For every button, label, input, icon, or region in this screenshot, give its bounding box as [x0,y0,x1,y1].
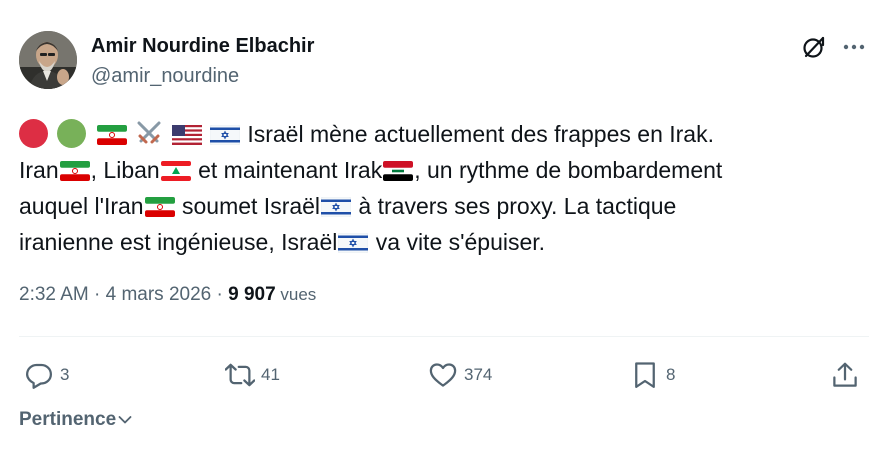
sort-dropdown[interactable]: Pertinence [19,409,132,431]
tweet-segment: va vite s'épuiser. [369,229,546,255]
tweet-segment: à travers ses proxy. La tactique [352,193,677,219]
heart-icon [429,363,457,387]
lebanon-flag-icon [160,161,191,181]
tweet-date[interactable]: 4 mars 2026 [106,284,212,305]
iran-flag-icon [144,197,175,217]
sort-label: Pertinence [19,409,117,430]
israel-flag-icon [338,233,369,253]
views-count[interactable]: 9 907 [228,284,276,305]
reply-count: 3 [60,365,70,384]
tweet-meta: 2:32 AM · 4 mars 2026 · 9 907 vues [19,284,316,306]
share-button[interactable] [830,360,860,390]
more-options-icon[interactable] [842,40,866,54]
repost-button[interactable]: 41 [225,360,280,390]
crossed-swords-icon [137,121,161,144]
views-label[interactable]: vues [276,285,316,304]
tweet-segment: et maintenant Irak [191,157,383,183]
divider [19,336,869,337]
meta-separator: · [211,284,229,305]
reply-button[interactable]: 3 [24,360,69,390]
tweet-line-3: auquel l'Iran soumet Israël à travers se… [19,188,874,224]
author-name[interactable]: Amir Nourdine Elbachir [91,35,314,58]
tweet-segment: soumet Israël [175,193,321,219]
repost-count: 41 [261,365,280,384]
meta-separator: · [88,284,106,305]
iran-flag-icon [96,125,127,145]
tweet-line-4: iranienne est ingénieuse, Israël va vite… [19,224,874,260]
repost-icon [225,363,255,387]
bookmark-icon [635,362,655,388]
grok-icon[interactable] [801,34,827,60]
reply-icon [26,363,52,389]
like-count: 374 [464,365,493,384]
share-icon [833,362,857,387]
tweet-segment: Iran [19,157,59,183]
israel-flag-icon [321,197,352,217]
tweet-line-1-text: Israël mène actuellement des frappes en … [247,121,714,147]
tweet-text: Israël mène actuellement des frappes en … [19,116,874,260]
bookmark-button[interactable]: 8 [630,360,675,390]
bookmark-count: 8 [666,365,676,384]
like-button[interactable]: 374 [428,360,492,390]
avatar[interactable] [19,31,77,89]
tweet-segment: , Liban [90,157,160,183]
red-circle-icon [19,119,48,148]
tweet-line-2: Iran , Liban et maintenant Irak , un ryt… [19,152,874,188]
tweet-segment: auquel l'Iran [19,193,144,219]
tweet-segment: , un rythme de bombardement [414,157,723,183]
tweet-time[interactable]: 2:32 AM [19,284,89,305]
green-circle-icon [57,119,87,148]
tweet-segment: iranienne est ingénieuse, Israël [19,229,338,255]
chevron-down-icon [118,416,132,424]
iraq-flag-icon [383,161,414,181]
tweet-line-1: Israël mène actuellement des frappes en … [19,116,874,152]
author-handle[interactable]: @amir_nourdine [91,65,239,88]
us-flag-icon [171,125,202,145]
profile-photo-icon [19,31,77,89]
israel-flag-icon [209,125,240,145]
iran-flag-icon [59,161,90,181]
